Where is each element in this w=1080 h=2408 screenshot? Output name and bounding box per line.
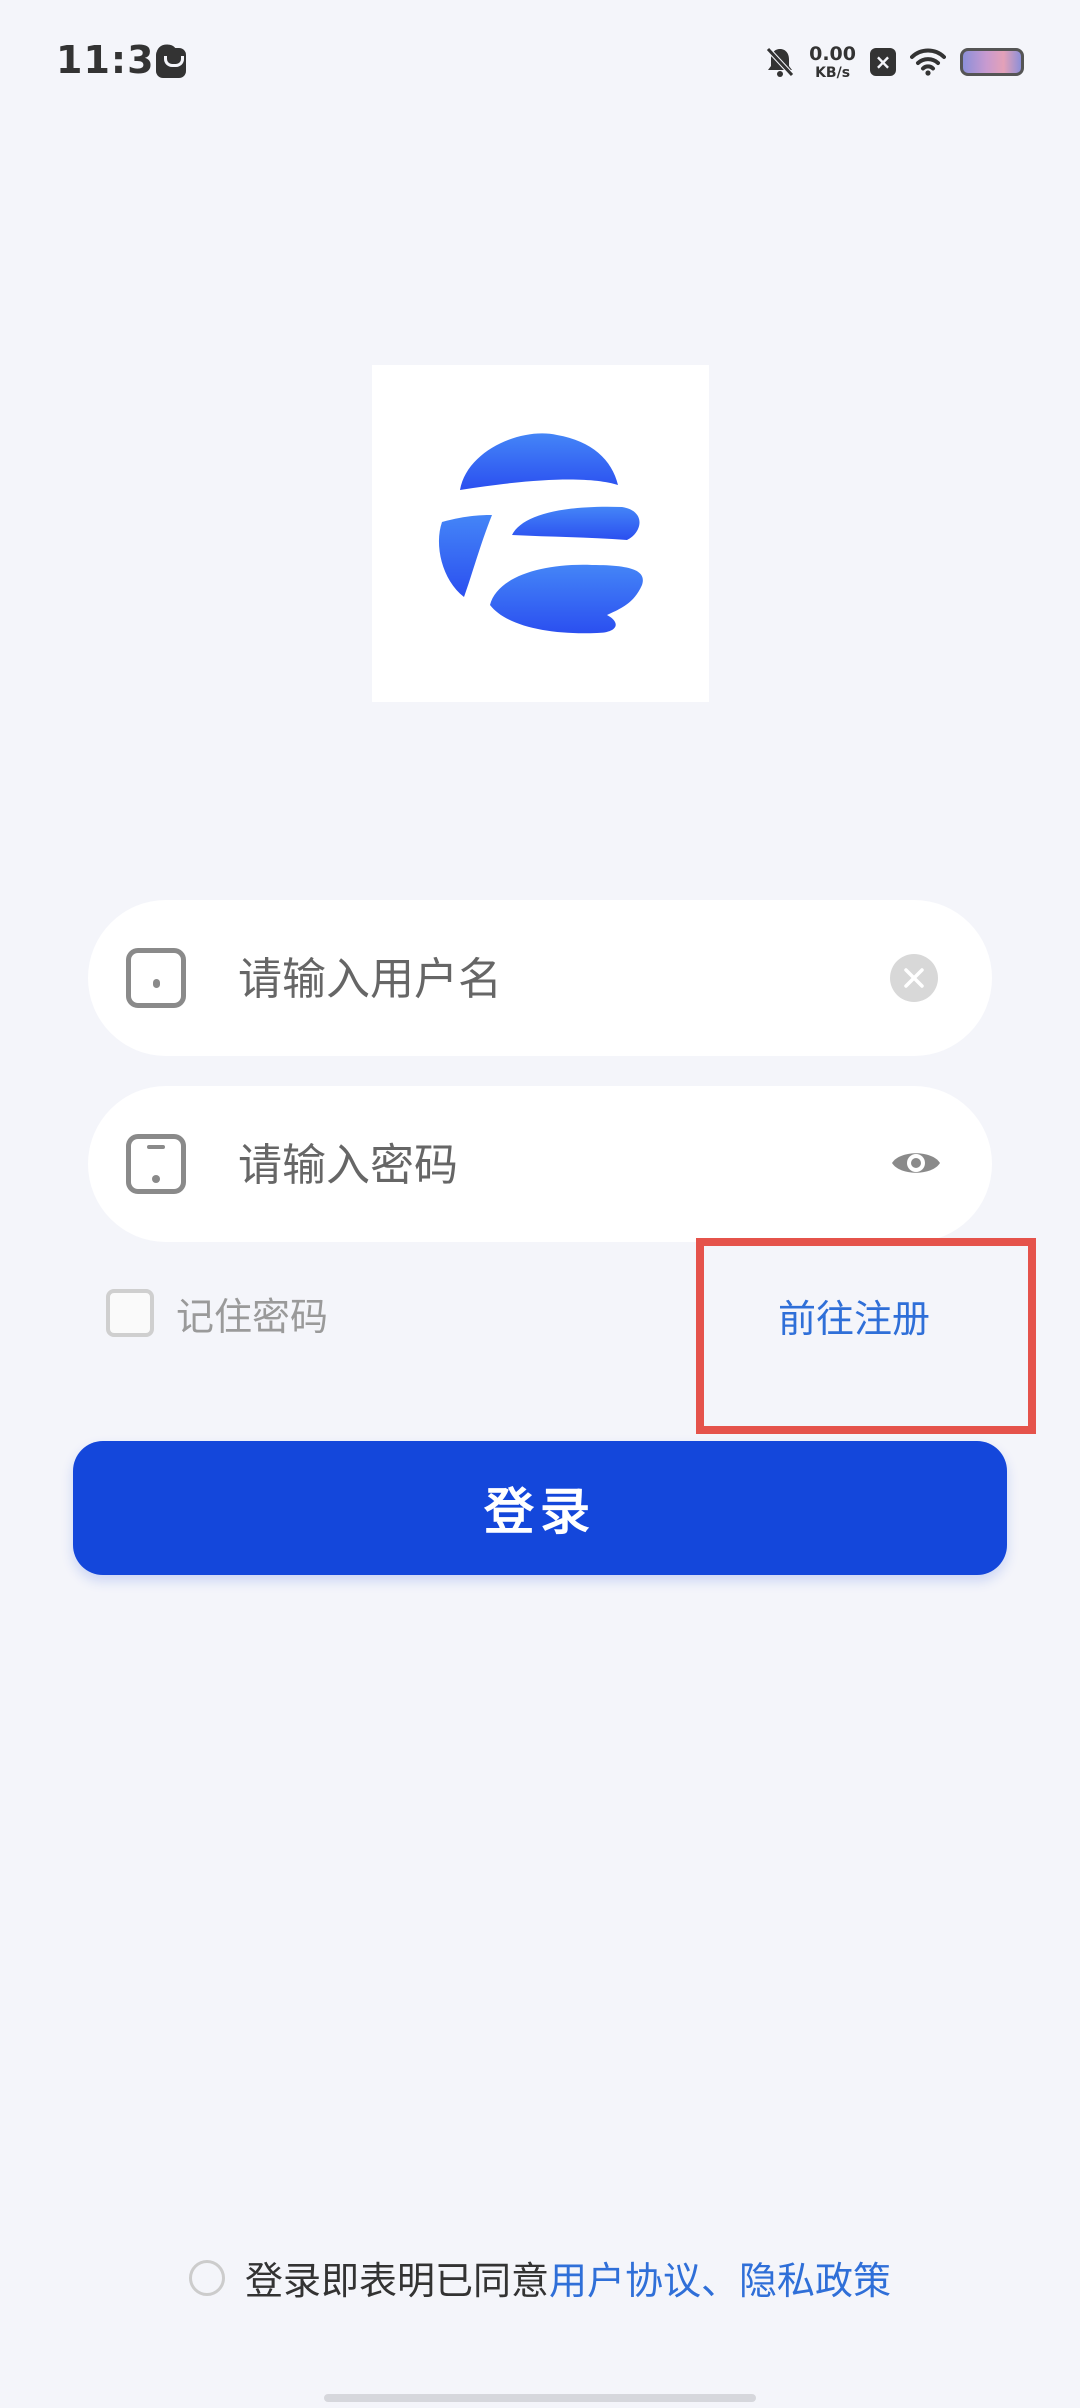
app-logo-icon bbox=[438, 433, 643, 634]
remember-password-checkbox[interactable] bbox=[106, 1289, 154, 1337]
password-field[interactable] bbox=[88, 1086, 992, 1242]
status-icons: 0.00 KB/s × bbox=[765, 40, 1024, 84]
phone-icon bbox=[126, 948, 186, 1008]
status-bar: 11:39 0.00 KB/s × bbox=[0, 0, 1080, 120]
tablet-icon bbox=[126, 1134, 186, 1194]
highlight-box bbox=[696, 1238, 1036, 1434]
network-speed-unit: KB/s bbox=[815, 64, 851, 81]
mute-bell-icon bbox=[765, 46, 795, 78]
agreement-prefix: 登录即表明已同意 bbox=[244, 2259, 549, 2303]
agreement-row: 登录即表明已同意 用户协议 、 隐私政策 bbox=[0, 2250, 1080, 2305]
username-input[interactable] bbox=[236, 938, 860, 1020]
wifi-icon bbox=[910, 48, 946, 76]
agreement-separator: 、 bbox=[701, 2259, 740, 2303]
network-speed: 0.00 KB/s bbox=[809, 42, 856, 81]
clear-icon[interactable] bbox=[890, 954, 938, 1002]
network-speed-value: 0.00 bbox=[809, 42, 856, 65]
user-agreement-link[interactable]: 用户协议 bbox=[549, 2250, 701, 2305]
remember-password-row[interactable]: 记住密码 bbox=[106, 1285, 328, 1341]
username-field[interactable] bbox=[88, 900, 992, 1056]
app-logo bbox=[372, 365, 709, 702]
sim-no-signal-icon: × bbox=[870, 48, 896, 76]
remember-password-label: 记住密码 bbox=[176, 1294, 329, 1339]
battery-icon bbox=[960, 48, 1024, 76]
privacy-policy-link[interactable]: 隐私政策 bbox=[739, 2250, 891, 2305]
login-button[interactable]: 登录 bbox=[73, 1441, 1007, 1575]
agreement-radio[interactable] bbox=[188, 2259, 225, 2296]
eye-icon[interactable] bbox=[890, 1146, 942, 1180]
shopping-bag-icon bbox=[156, 48, 186, 78]
password-input[interactable] bbox=[236, 1124, 860, 1206]
home-indicator[interactable] bbox=[324, 2394, 756, 2402]
